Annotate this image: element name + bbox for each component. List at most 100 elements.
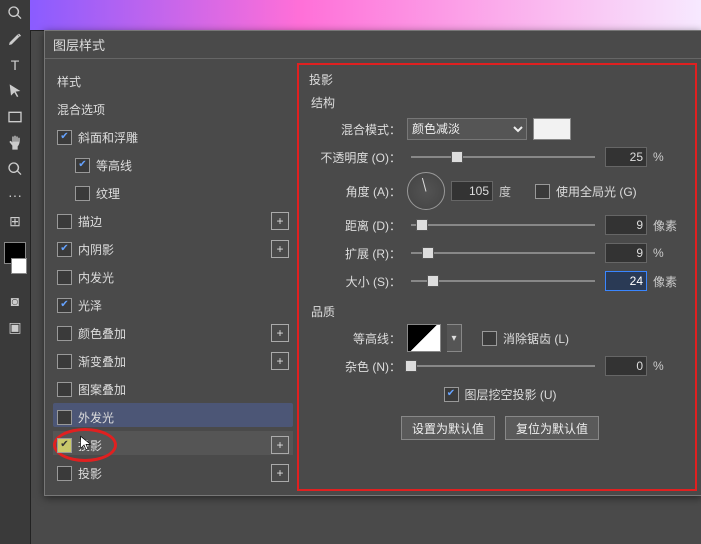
- opacity-unit: %: [653, 150, 683, 164]
- contour-preview[interactable]: [407, 324, 441, 352]
- contour-label: 等高线：: [317, 330, 401, 347]
- style-pattern-overlay-checkbox[interactable]: [57, 382, 72, 397]
- edit-toolbar-icon[interactable]: ···: [4, 184, 26, 206]
- style-color-overlay-label: 颜色叠加: [78, 325, 265, 342]
- angle-input[interactable]: 105: [451, 181, 493, 201]
- make-default-button[interactable]: 设置为默认值: [401, 416, 495, 440]
- spread-label: 扩展 (R)：: [317, 245, 401, 262]
- dialog-title: 图层样式: [45, 31, 701, 59]
- noise-input[interactable]: 0: [605, 356, 647, 376]
- quickmask-icon[interactable]: ◙: [4, 290, 26, 312]
- style-texture-checkbox[interactable]: [75, 186, 90, 201]
- pen-icon[interactable]: [4, 28, 26, 50]
- blend-mode-row: 混合模式： 颜色减淡: [317, 115, 683, 143]
- distance-unit: 像素: [653, 217, 683, 234]
- add-stroke-icon[interactable]: +: [271, 212, 289, 230]
- style-gradient-overlay-checkbox[interactable]: [57, 354, 72, 369]
- global-light-label: 使用全局光 (G): [556, 183, 637, 200]
- style-contour-label: 等高线: [96, 157, 289, 174]
- noise-slider[interactable]: [411, 365, 595, 367]
- antialias-checkbox[interactable]: [482, 331, 497, 346]
- spread-input[interactable]: 9: [605, 243, 647, 263]
- add-drop-shadow-1-icon[interactable]: +: [271, 436, 289, 454]
- angle-dial[interactable]: [407, 172, 445, 210]
- style-stroke-checkbox[interactable]: [57, 214, 72, 229]
- size-unit: 像素: [653, 273, 683, 290]
- noise-row: 杂色 (N)： 0 %: [317, 352, 683, 380]
- reset-default-button[interactable]: 复位为默认值: [505, 416, 599, 440]
- style-outer-glow[interactable]: 外发光: [53, 403, 293, 431]
- angle-label: 角度 (A)：: [317, 183, 401, 200]
- style-inner-shadow-label: 内阴影: [78, 241, 265, 258]
- size-row: 大小 (S)： 24 像素: [317, 267, 683, 295]
- style-stroke[interactable]: 描边 +: [53, 207, 293, 235]
- style-inner-glow-checkbox[interactable]: [57, 270, 72, 285]
- opacity-input[interactable]: 25: [605, 147, 647, 167]
- add-gradient-overlay-icon[interactable]: +: [271, 352, 289, 370]
- styles-list: 样式 混合选项 斜面和浮雕 等高线 纹理 描边 +: [45, 59, 297, 495]
- size-slider[interactable]: [411, 280, 595, 282]
- style-gradient-overlay[interactable]: 渐变叠加 +: [53, 347, 293, 375]
- distance-label: 距离 (D)：: [317, 217, 401, 234]
- styles-header-label: 样式: [57, 73, 289, 90]
- shadow-color-swatch[interactable]: [533, 118, 571, 140]
- add-color-overlay-icon[interactable]: +: [271, 324, 289, 342]
- style-drop-shadow-2-checkbox[interactable]: [57, 466, 72, 481]
- screenmode-icon[interactable]: ▣: [4, 316, 26, 338]
- artboard-icon[interactable]: ⊞: [4, 210, 26, 232]
- contour-dropdown-icon[interactable]: ▾: [447, 324, 462, 352]
- style-satin[interactable]: 光泽: [53, 291, 293, 319]
- global-light-checkbox[interactable]: [535, 184, 550, 199]
- spread-unit: %: [653, 246, 683, 260]
- style-inner-glow-label: 内发光: [78, 269, 289, 286]
- blending-options-label: 混合选项: [57, 101, 289, 118]
- style-color-overlay-checkbox[interactable]: [57, 326, 72, 341]
- type-icon[interactable]: T: [4, 54, 26, 76]
- opacity-label: 不透明度 (O)：: [317, 149, 401, 166]
- hand-icon[interactable]: [4, 132, 26, 154]
- style-contour[interactable]: 等高线: [53, 151, 293, 179]
- style-drop-shadow-1[interactable]: 投影 +: [53, 431, 293, 459]
- style-inner-shadow[interactable]: 内阴影 +: [53, 235, 293, 263]
- distance-row: 距离 (D)： 9 像素: [317, 211, 683, 239]
- style-gradient-overlay-label: 渐变叠加: [78, 353, 265, 370]
- antialias-label: 消除锯齿 (L): [503, 330, 569, 347]
- style-contour-checkbox[interactable]: [75, 158, 90, 173]
- style-pattern-overlay[interactable]: 图案叠加: [53, 375, 293, 403]
- zoom-icon[interactable]: [4, 158, 26, 180]
- style-pattern-overlay-label: 图案叠加: [78, 381, 289, 398]
- style-inner-glow[interactable]: 内发光: [53, 263, 293, 291]
- style-color-overlay[interactable]: 颜色叠加 +: [53, 319, 293, 347]
- style-outer-glow-checkbox[interactable]: [57, 410, 72, 425]
- distance-slider[interactable]: [411, 224, 595, 226]
- style-bevel[interactable]: 斜面和浮雕: [53, 123, 293, 151]
- opacity-slider[interactable]: [411, 156, 595, 158]
- spread-slider[interactable]: [411, 252, 595, 254]
- distance-input[interactable]: 9: [605, 215, 647, 235]
- magnify-icon[interactable]: [4, 2, 26, 24]
- style-inner-shadow-checkbox[interactable]: [57, 242, 72, 257]
- layer-style-dialog: 图层样式 样式 混合选项 斜面和浮雕 等高线 纹理: [44, 30, 701, 496]
- size-input[interactable]: 24: [605, 271, 647, 291]
- add-drop-shadow-2-icon[interactable]: +: [271, 464, 289, 482]
- knockout-label: 图层挖空投影 (U): [465, 386, 557, 403]
- style-texture[interactable]: 纹理: [53, 179, 293, 207]
- canvas-preview: [30, 0, 701, 31]
- background-swatch[interactable]: [11, 258, 27, 274]
- angle-row: 角度 (A)： 105 度 使用全局光 (G): [317, 171, 683, 211]
- quality-group: 品质 等高线： ▾ 消除锯齿 (L) 杂色 (N)： 0 %: [307, 303, 687, 440]
- structure-label: 结构: [311, 94, 339, 115]
- knockout-row: 图层挖空投影 (U): [317, 380, 683, 408]
- style-bevel-checkbox[interactable]: [57, 130, 72, 145]
- add-inner-shadow-icon[interactable]: +: [271, 240, 289, 258]
- blend-mode-select[interactable]: 颜色减淡: [407, 118, 527, 140]
- style-satin-checkbox[interactable]: [57, 298, 72, 313]
- style-drop-shadow-1-checkbox[interactable]: [57, 438, 72, 453]
- style-drop-shadow-2[interactable]: 投影 +: [53, 459, 293, 487]
- knockout-checkbox[interactable]: [444, 387, 459, 402]
- blending-options[interactable]: 混合选项: [53, 95, 293, 123]
- angle-unit: 度: [499, 183, 529, 200]
- style-stroke-label: 描边: [78, 213, 265, 230]
- path-select-icon[interactable]: [4, 80, 26, 102]
- rect-icon[interactable]: [4, 106, 26, 128]
